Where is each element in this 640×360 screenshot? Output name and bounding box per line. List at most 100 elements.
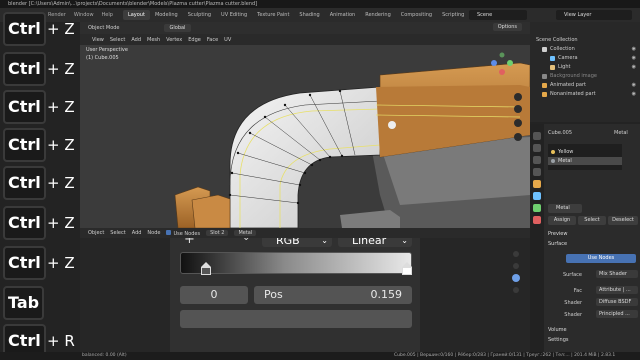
options-dropdown[interactable]: Options	[492, 23, 522, 31]
menu-view[interactable]: View	[92, 37, 104, 43]
outliner-item[interactable]: Animated part ◉	[530, 81, 640, 90]
slot-label: Yellow	[558, 149, 574, 155]
menu-face[interactable]: Face	[207, 37, 218, 43]
tab-compositing[interactable]: Compositing	[396, 10, 437, 20]
eye-icon[interactable]: ◉	[632, 81, 636, 90]
transform-orientation[interactable]: Global	[163, 24, 192, 32]
mode-selector[interactable]: Object Mode	[88, 25, 120, 31]
assign-button[interactable]: Assign	[548, 216, 576, 225]
render-tab-icon[interactable]	[533, 144, 541, 152]
outliner-item[interactable]: Collection ◉	[530, 45, 640, 54]
tab-layout[interactable]: Layout	[122, 10, 150, 20]
outliner-item[interactable]: Nonanimated part ◉	[530, 90, 640, 99]
color-ramp-gradient[interactable]	[180, 252, 412, 274]
chevron-down-icon[interactable]: ⌄	[242, 238, 250, 243]
menu-uv[interactable]: UV	[224, 37, 231, 43]
deselect-button[interactable]: Deselect	[608, 216, 638, 225]
surface-shader-field[interactable]: Mix Shader	[596, 270, 638, 278]
key-cap: Ctrl	[3, 128, 46, 162]
shortcut-6: Ctrl + Z	[3, 206, 83, 240]
outliner-item[interactable]: Camera ◉	[530, 54, 640, 63]
shader-field-1[interactable]: Diffuse BSDF	[596, 298, 638, 306]
viewport-menu: View Select Add Mesh Vertex Edge Face UV	[80, 34, 530, 45]
outliner[interactable]: Scene Collection Collection ◉ Camera ◉ L…	[530, 22, 640, 122]
tab-shading[interactable]: Shading	[294, 10, 324, 20]
light-icon	[550, 65, 555, 70]
material-slot-list[interactable]: Yellow Metal	[548, 144, 622, 170]
menu-add[interactable]: Add	[131, 37, 141, 43]
eye-icon[interactable]: ◉	[632, 63, 636, 72]
properties-editor[interactable]: Cube.005 Metal Yellow Metal Metal Assign…	[530, 124, 640, 352]
add-stop-button[interactable]: +	[184, 238, 195, 247]
key-cap: Tab	[3, 286, 45, 320]
grey-piece	[340, 210, 400, 228]
section-settings[interactable]: Settings	[544, 336, 640, 345]
use-nodes-button[interactable]: Use Nodes	[566, 254, 636, 263]
eye-icon[interactable]: ◉	[632, 45, 636, 54]
menu-mesh[interactable]: Mesh	[147, 37, 160, 43]
shader-field-2[interactable]: Principled ...	[596, 310, 638, 318]
tab-texture-paint[interactable]: Texture Paint	[252, 10, 294, 20]
material-selector[interactable]: Metal	[234, 230, 257, 236]
view-layer-selector[interactable]: View Layer	[556, 10, 632, 20]
material-slot[interactable]: Yellow	[548, 148, 622, 156]
material-slot[interactable]: Metal	[548, 157, 622, 165]
interpolation-dropdown[interactable]: Linear ⌄	[338, 238, 412, 247]
key-cap: Ctrl	[3, 206, 46, 240]
ne-menu-add[interactable]: Add	[132, 230, 142, 236]
tool-tab-icon[interactable]	[533, 132, 541, 140]
viewport-header: Object Mode Global Options	[80, 22, 530, 34]
shortcut-5: Ctrl + Z	[3, 166, 83, 200]
ne-menu-node[interactable]: Node	[147, 230, 160, 236]
section-preview[interactable]: Preview	[544, 230, 640, 239]
position-label: Pos	[264, 288, 283, 301]
menu-vertex[interactable]: Vertex	[166, 37, 182, 43]
menu-edge[interactable]: Edge	[188, 37, 201, 43]
select-button[interactable]: Select	[578, 216, 606, 225]
stop-color-field[interactable]	[180, 310, 412, 328]
menu-help[interactable]: Help	[98, 12, 117, 18]
stop-swatch	[201, 267, 211, 275]
shortcut-2: Ctrl + Z	[3, 52, 83, 86]
material-name: Metal	[614, 130, 628, 136]
wood-base-front	[191, 194, 231, 228]
tab-animation[interactable]: Animation	[325, 10, 361, 20]
position-field[interactable]: Pos 0.159	[254, 286, 412, 304]
use-nodes-checkbox[interactable]: Use Nodes	[166, 229, 200, 237]
outliner-item[interactable]: Light ◉	[530, 63, 640, 72]
ne-menu-select[interactable]: Select	[110, 230, 125, 236]
color-stop-0[interactable]	[201, 262, 211, 276]
fac-field[interactable]: Attribute | ...	[596, 286, 638, 294]
scene-tab-icon[interactable]	[533, 168, 541, 176]
material-tab-icon[interactable]	[533, 216, 541, 224]
data-tab-icon[interactable]	[533, 204, 541, 212]
section-volume[interactable]: Volume	[544, 326, 640, 335]
object-tab-icon[interactable]	[533, 180, 541, 188]
node-editor[interactable]: + − ⌄ RGB ⌄ Linear ⌄ 0 Pos 0	[80, 238, 530, 352]
outliner-item[interactable]: Background image	[530, 72, 640, 81]
3d-viewport[interactable]: User Perspective (1) Cube.005	[80, 45, 530, 228]
tab-rendering[interactable]: Rendering	[360, 10, 396, 20]
tab-uv-editing[interactable]: UV Editing	[216, 10, 252, 20]
section-surface[interactable]: Surface	[544, 240, 640, 249]
tab-modeling[interactable]: Modeling	[150, 10, 183, 20]
chevron-down-icon: ⌄	[321, 238, 328, 245]
color-stop-1[interactable]	[402, 262, 412, 276]
color-mode-dropdown[interactable]: RGB ⌄	[262, 238, 332, 247]
remove-stop-button[interactable]: −	[210, 238, 221, 245]
outliner-scene-collection[interactable]: Scene Collection	[530, 36, 640, 45]
material-data-field[interactable]: Metal	[548, 204, 582, 213]
eye-icon[interactable]: ◉	[632, 54, 636, 63]
output-tab-icon[interactable]	[533, 156, 541, 164]
eye-icon[interactable]: ◉	[632, 90, 636, 99]
tab-scripting[interactable]: Scripting	[437, 10, 469, 20]
tab-sculpting[interactable]: Sculpting	[183, 10, 216, 20]
key-combo: + Z	[47, 136, 75, 154]
ne-menu-object[interactable]: Object	[88, 230, 104, 236]
scene-selector[interactable]: Scene	[469, 10, 527, 20]
node-editor-side-icons[interactable]	[508, 238, 530, 352]
modifier-tab-icon[interactable]	[533, 192, 541, 200]
slot-selector[interactable]: Slot 2	[206, 230, 229, 236]
menu-select[interactable]: Select	[110, 37, 125, 43]
active-stop-index[interactable]: 0	[180, 286, 248, 304]
